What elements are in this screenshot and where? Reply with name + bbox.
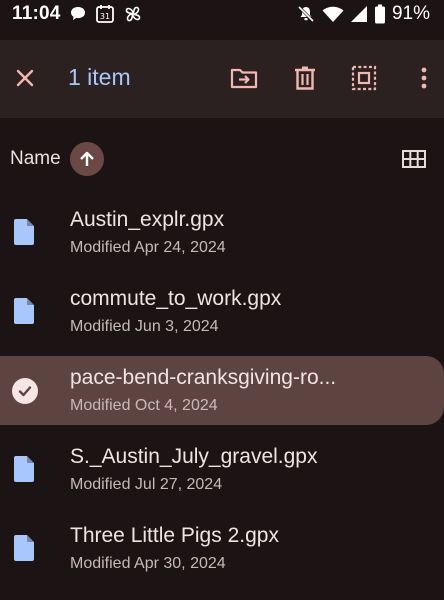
file-modified-date: Modified Jun 3, 2024 — [70, 318, 219, 335]
wifi-icon — [322, 5, 344, 23]
calendar-icon: 31 — [95, 4, 115, 24]
sort-by-name[interactable]: Name — [10, 148, 61, 170]
delete-icon — [295, 66, 315, 90]
file-modified-date: Modified Jul 27, 2024 — [70, 476, 223, 493]
file-name: commute_to_work.gpx — [70, 287, 282, 310]
file-name: Three Little Pigs 2.gpx — [70, 524, 279, 547]
selection-count: 1 item — [68, 64, 131, 90]
file-row[interactable]: S._Austin_July_gravel.gpx Modified Jul 2… — [0, 435, 444, 514]
file-icon — [12, 455, 36, 483]
file-row[interactable]: Austin_explr.gpx Modified Apr 24, 2024 — [0, 198, 444, 277]
check-icon — [12, 378, 38, 404]
file-modified-date: Modified Apr 24, 2024 — [70, 239, 226, 256]
battery-icon — [374, 4, 386, 24]
file-row[interactable]: commute_to_work.gpx Modified Jun 3, 2024 — [0, 277, 444, 356]
file-row[interactable]: Three Little Pigs 2.gpx Modified Apr 30,… — [0, 514, 444, 593]
file-icon — [12, 534, 36, 562]
calendar-day: 31 — [99, 12, 109, 21]
delete-button[interactable] — [290, 63, 320, 93]
more-options-button[interactable] — [409, 63, 439, 93]
do-not-disturb-off-icon — [296, 4, 316, 24]
grid-view-button[interactable] — [401, 146, 427, 172]
file-icon — [12, 297, 36, 325]
selection-action-bar: 1 item — [0, 40, 444, 118]
cell-signal-icon — [350, 5, 368, 23]
chat-bubble-icon — [69, 5, 87, 23]
select-all-icon — [351, 65, 377, 91]
status-bar: 11:04 31 91% — [0, 0, 444, 28]
file-name: pace-bend-cranksgiving-ro... — [70, 366, 337, 389]
file-name: S._Austin_July_gravel.gpx — [70, 445, 318, 468]
file-modified-date: Modified Apr 30, 2024 — [70, 555, 226, 572]
status-right: 91% — [296, 3, 430, 25]
grid-view-icon — [402, 150, 426, 168]
file-row-selected[interactable]: pace-bend-cranksgiving-ro... Modified Oc… — [0, 356, 444, 435]
file-list: Austin_explr.gpx Modified Apr 24, 2024 c… — [0, 198, 444, 593]
status-time: 11:04 — [12, 3, 61, 24]
file-modified-date: Modified Oct 4, 2024 — [70, 397, 218, 414]
sort-row: Name — [0, 118, 444, 198]
status-left: 11:04 31 — [12, 3, 143, 25]
select-all-button[interactable] — [349, 63, 379, 93]
close-selection-button[interactable] — [10, 63, 40, 93]
arrow-up-icon — [80, 151, 94, 166]
move-to-folder-icon — [230, 68, 258, 89]
battery-percent: 91% — [391, 3, 430, 24]
move-to-folder-button[interactable] — [229, 63, 259, 93]
close-icon — [16, 69, 34, 87]
screen: 11:04 31 91% 1 item Name Austin_explr.gp… — [0, 0, 444, 600]
more-vert-icon — [421, 67, 427, 89]
fan-icon — [123, 4, 143, 24]
file-name: Austin_explr.gpx — [70, 208, 225, 231]
sort-direction-button[interactable] — [70, 142, 104, 176]
file-icon — [12, 218, 36, 246]
